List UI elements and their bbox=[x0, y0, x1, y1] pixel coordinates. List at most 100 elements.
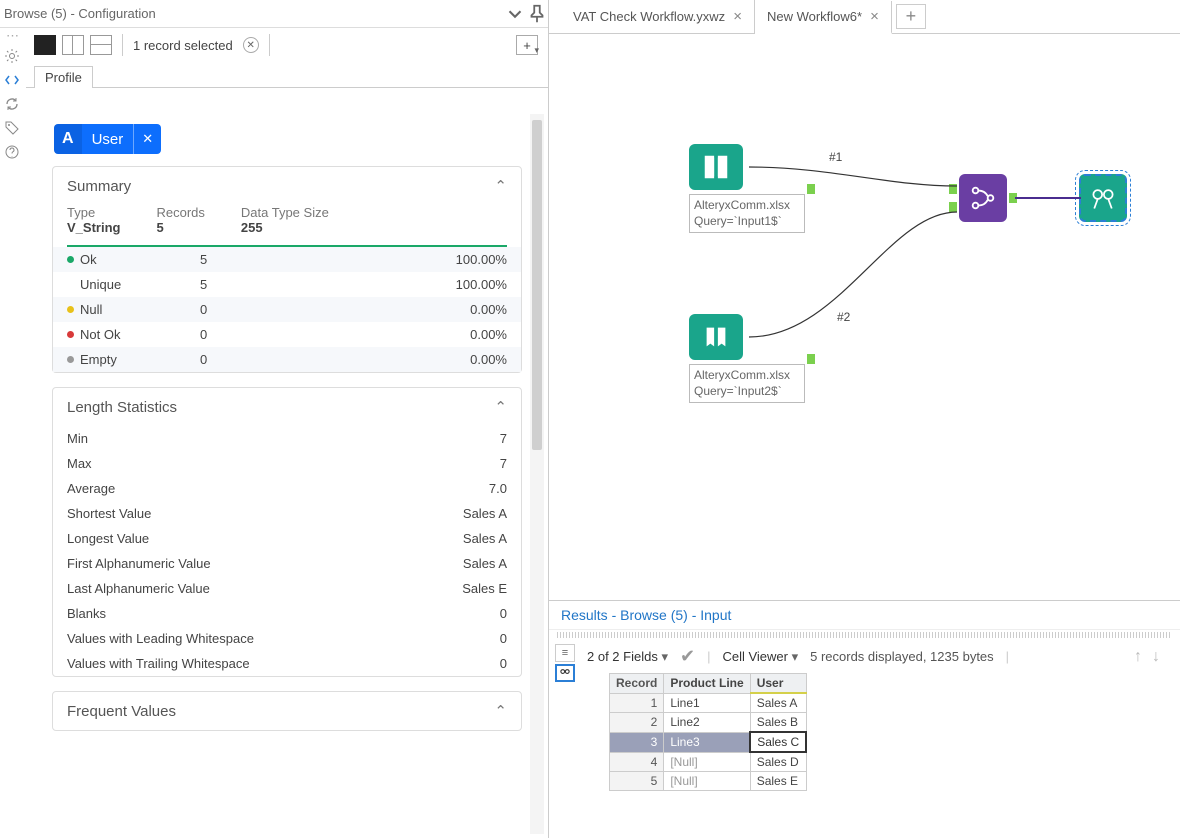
status-dot bbox=[67, 256, 74, 263]
doc-tab-vat[interactable]: VAT Check Workflow.yxwz × bbox=[561, 0, 755, 33]
gear-icon[interactable] bbox=[2, 46, 22, 66]
table-row[interactable]: 5 [Null] Sales E bbox=[610, 772, 807, 791]
table-row[interactable]: 3 Line3 Sales C bbox=[610, 732, 807, 752]
config-body: 1 record selected ✕ + Profile A User ✕ S… bbox=[26, 28, 548, 838]
size-label: Data Type Size bbox=[241, 205, 329, 220]
output-anchor[interactable] bbox=[807, 354, 815, 364]
length-stats-card: Length Statistics ⌃ Min7Max7Average7.0Sh… bbox=[52, 387, 522, 677]
scrollbar-thumb[interactable] bbox=[532, 120, 542, 450]
column-header[interactable]: User bbox=[750, 674, 806, 694]
summary-row: Ok 5 100.00% bbox=[53, 247, 521, 272]
field-name: User bbox=[82, 131, 134, 148]
results-grid[interactable]: RecordProduct LineUser 1 Line1 Sales A2 … bbox=[609, 673, 807, 791]
row-number: 2 bbox=[610, 713, 664, 733]
doc-tab-label: New Workflow6* bbox=[767, 9, 862, 24]
type-label: Type bbox=[67, 205, 120, 220]
output-anchor[interactable] bbox=[807, 184, 815, 194]
join-tool[interactable] bbox=[959, 174, 1007, 222]
stat-pct: 0.00% bbox=[470, 327, 507, 342]
config-panel-header: Browse (5) - Configuration bbox=[0, 0, 548, 28]
column-header[interactable]: Product Line bbox=[664, 674, 750, 694]
status-dot bbox=[67, 281, 74, 288]
cell-viewer-dropdown[interactable]: Cell Viewer bbox=[722, 649, 798, 665]
check-icon[interactable]: ✔ bbox=[680, 646, 695, 667]
stat-value: Sales A bbox=[463, 531, 507, 546]
cell-user[interactable]: Sales D bbox=[750, 752, 806, 772]
stat-name: Empty bbox=[80, 352, 200, 367]
view-split-h-button[interactable] bbox=[90, 35, 112, 55]
cell-product-line[interactable]: Line3 bbox=[664, 732, 750, 752]
doc-tab-label: VAT Check Workflow.yxwz bbox=[573, 9, 725, 24]
help-icon[interactable] bbox=[2, 142, 22, 162]
results-view-data-icon[interactable] bbox=[555, 664, 575, 682]
doc-tab-new[interactable]: New Workflow6* × bbox=[755, 1, 892, 34]
stat-pct: 0.00% bbox=[470, 302, 507, 317]
join-output[interactable] bbox=[1009, 193, 1017, 203]
stat-key: Longest Value bbox=[67, 531, 463, 546]
arrow-down-icon[interactable]: ↓ bbox=[1152, 648, 1160, 666]
length-stat-row: Values with Trailing Whitespace0 bbox=[53, 651, 521, 676]
scrollbar[interactable] bbox=[530, 114, 544, 834]
stat-key: Shortest Value bbox=[67, 506, 463, 521]
column-header[interactable]: Record bbox=[610, 674, 664, 694]
stat-value: 7 bbox=[500, 431, 507, 446]
cell-product-line[interactable]: Line1 bbox=[664, 693, 750, 713]
separator bbox=[122, 34, 123, 56]
cell-user[interactable]: Sales A bbox=[750, 693, 806, 713]
results-view-messages-icon[interactable]: ≡ bbox=[555, 644, 575, 662]
cell-user[interactable]: Sales E bbox=[750, 772, 806, 791]
length-stat-row: Last Alphanumeric ValueSales E bbox=[53, 576, 521, 601]
field-chip-remove-icon[interactable]: ✕ bbox=[133, 124, 161, 154]
stat-value: 7 bbox=[500, 456, 507, 471]
browse-tool[interactable] bbox=[1079, 174, 1127, 222]
frequent-values-header[interactable]: Frequent Values ⌃ bbox=[53, 692, 521, 730]
stat-value: Sales A bbox=[463, 556, 507, 571]
join-input-R[interactable] bbox=[949, 202, 957, 212]
stat-value: 0 bbox=[500, 606, 507, 621]
stat-pct: 100.00% bbox=[456, 252, 507, 267]
code-icon[interactable] bbox=[2, 70, 22, 90]
config-toolbar: 1 record selected ✕ + bbox=[26, 28, 548, 62]
length-stats-label: Length Statistics bbox=[67, 399, 177, 416]
cell-product-line[interactable]: [Null] bbox=[664, 752, 750, 772]
join-input-L[interactable] bbox=[949, 184, 957, 194]
view-single-button[interactable] bbox=[34, 35, 56, 55]
workflow-canvas[interactable]: AlteryxComm.xlsx Query=`Input1$` Alteryx… bbox=[549, 34, 1180, 600]
grip-dots[interactable] bbox=[557, 632, 1172, 638]
cell-user[interactable]: Sales B bbox=[750, 713, 806, 733]
pin-icon[interactable] bbox=[526, 3, 548, 25]
close-icon[interactable]: × bbox=[870, 8, 879, 25]
status-dot bbox=[67, 356, 74, 363]
clear-selection-icon[interactable]: ✕ bbox=[243, 37, 259, 53]
input-tool-2[interactable]: AlteryxComm.xlsx Query=`Input2$` bbox=[689, 314, 805, 403]
stat-count: 5 bbox=[200, 252, 280, 267]
results-panel: Results - Browse (5) - Input ≡ 2 of 2 Fi… bbox=[548, 600, 1180, 838]
summary-meta: TypeV_String Records5 Data Type Size255 bbox=[53, 205, 521, 245]
chevron-up-icon: ⌃ bbox=[494, 702, 507, 720]
summary-card: Summary ⌃ TypeV_String Records5 Data Typ… bbox=[52, 166, 522, 373]
arrow-up-icon[interactable]: ↑ bbox=[1134, 648, 1142, 666]
cell-product-line[interactable]: Line2 bbox=[664, 713, 750, 733]
input-1-label: AlteryxComm.xlsx Query=`Input1$` bbox=[689, 194, 805, 233]
summary-header[interactable]: Summary ⌃ bbox=[53, 167, 521, 205]
input-tool-1[interactable]: AlteryxComm.xlsx Query=`Input1$` bbox=[689, 144, 805, 233]
join-icon bbox=[959, 174, 1007, 222]
add-tab-button[interactable]: + bbox=[896, 4, 926, 29]
stat-pct: 100.00% bbox=[456, 277, 507, 292]
close-icon[interactable]: × bbox=[733, 8, 742, 25]
view-split-v-button[interactable] bbox=[62, 35, 84, 55]
stat-name: Unique bbox=[80, 277, 200, 292]
length-stats-header[interactable]: Length Statistics ⌃ bbox=[53, 388, 521, 426]
table-row[interactable]: 2 Line2 Sales B bbox=[610, 713, 807, 733]
cell-user[interactable]: Sales C bbox=[750, 732, 806, 752]
collapse-chevron-icon[interactable] bbox=[504, 3, 526, 25]
cell-product-line[interactable]: [Null] bbox=[664, 772, 750, 791]
refresh-icon[interactable] bbox=[2, 94, 22, 114]
table-row[interactable]: 1 Line1 Sales A bbox=[610, 693, 807, 713]
tag-icon[interactable] bbox=[2, 118, 22, 138]
add-panel-button[interactable]: + bbox=[516, 35, 538, 55]
tab-profile[interactable]: Profile bbox=[34, 66, 93, 88]
stat-count: 0 bbox=[200, 302, 280, 317]
fields-dropdown[interactable]: 2 of 2 Fields bbox=[587, 649, 668, 665]
table-row[interactable]: 4 [Null] Sales D bbox=[610, 752, 807, 772]
